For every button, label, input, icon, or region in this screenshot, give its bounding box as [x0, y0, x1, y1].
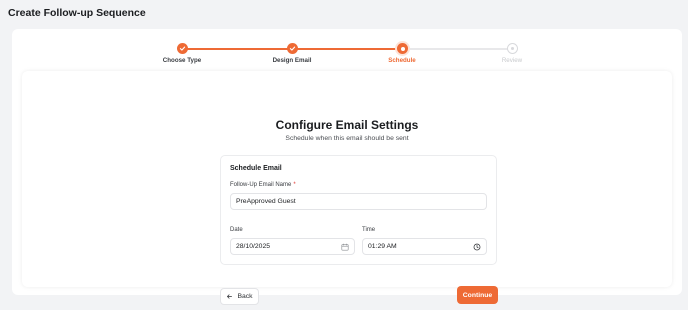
email-name-value: PreApproved Guest	[236, 198, 296, 205]
continue-button[interactable]: Continue	[457, 286, 498, 304]
step-schedule-label: Schedule	[388, 57, 416, 64]
date-input[interactable]: 28/10/2025	[230, 238, 355, 255]
continue-button-label: Continue	[462, 291, 493, 299]
step-connector	[182, 48, 292, 50]
date-label: Date	[230, 227, 243, 233]
schedule-section-title: Schedule Email	[230, 165, 282, 172]
config-subtitle: Schedule when this email should be sent	[285, 135, 409, 142]
step-review-dot-icon	[507, 43, 518, 54]
configure-email-card: Configure Email Settings Schedule when t…	[22, 71, 672, 305]
step-design-email-label[interactable]: Design Email	[247, 57, 337, 64]
step-connector	[402, 48, 512, 50]
back-button[interactable]: Back	[220, 288, 259, 305]
step-review-label: Review	[501, 57, 523, 64]
date-value: 28/10/2025	[236, 243, 271, 250]
step-design-email-check-icon[interactable]	[287, 43, 298, 54]
step-connector	[292, 48, 402, 50]
step-choose-type-label[interactable]: Choose Type	[137, 57, 227, 64]
email-name-input[interactable]: PreApproved Guest	[230, 193, 487, 210]
arrow-left-icon	[227, 294, 233, 299]
required-asterisk: *	[293, 182, 296, 188]
time-value: 01:29 AM	[368, 243, 397, 250]
email-name-label: Follow-Up Email Name *	[230, 182, 296, 188]
back-button-label: Back	[237, 293, 253, 300]
clock-icon[interactable]	[473, 243, 481, 251]
step-schedule-dot-icon	[397, 43, 408, 54]
step-choose-type-check-icon[interactable]	[177, 43, 188, 54]
time-input[interactable]: 01:29 AM	[362, 238, 487, 255]
time-label: Time	[362, 227, 376, 233]
schedule-email-section: Schedule Email Follow-Up Email Name * Pre…	[220, 155, 497, 265]
calendar-icon[interactable]	[341, 243, 349, 251]
sequence-card: Choose Type Design Email Schedule Review…	[12, 29, 682, 305]
config-title: Configure Email Settings	[275, 118, 419, 132]
email-name-label-text: Follow-Up Email Name	[230, 182, 292, 188]
page-title: Create Follow-up Sequence	[8, 7, 146, 19]
